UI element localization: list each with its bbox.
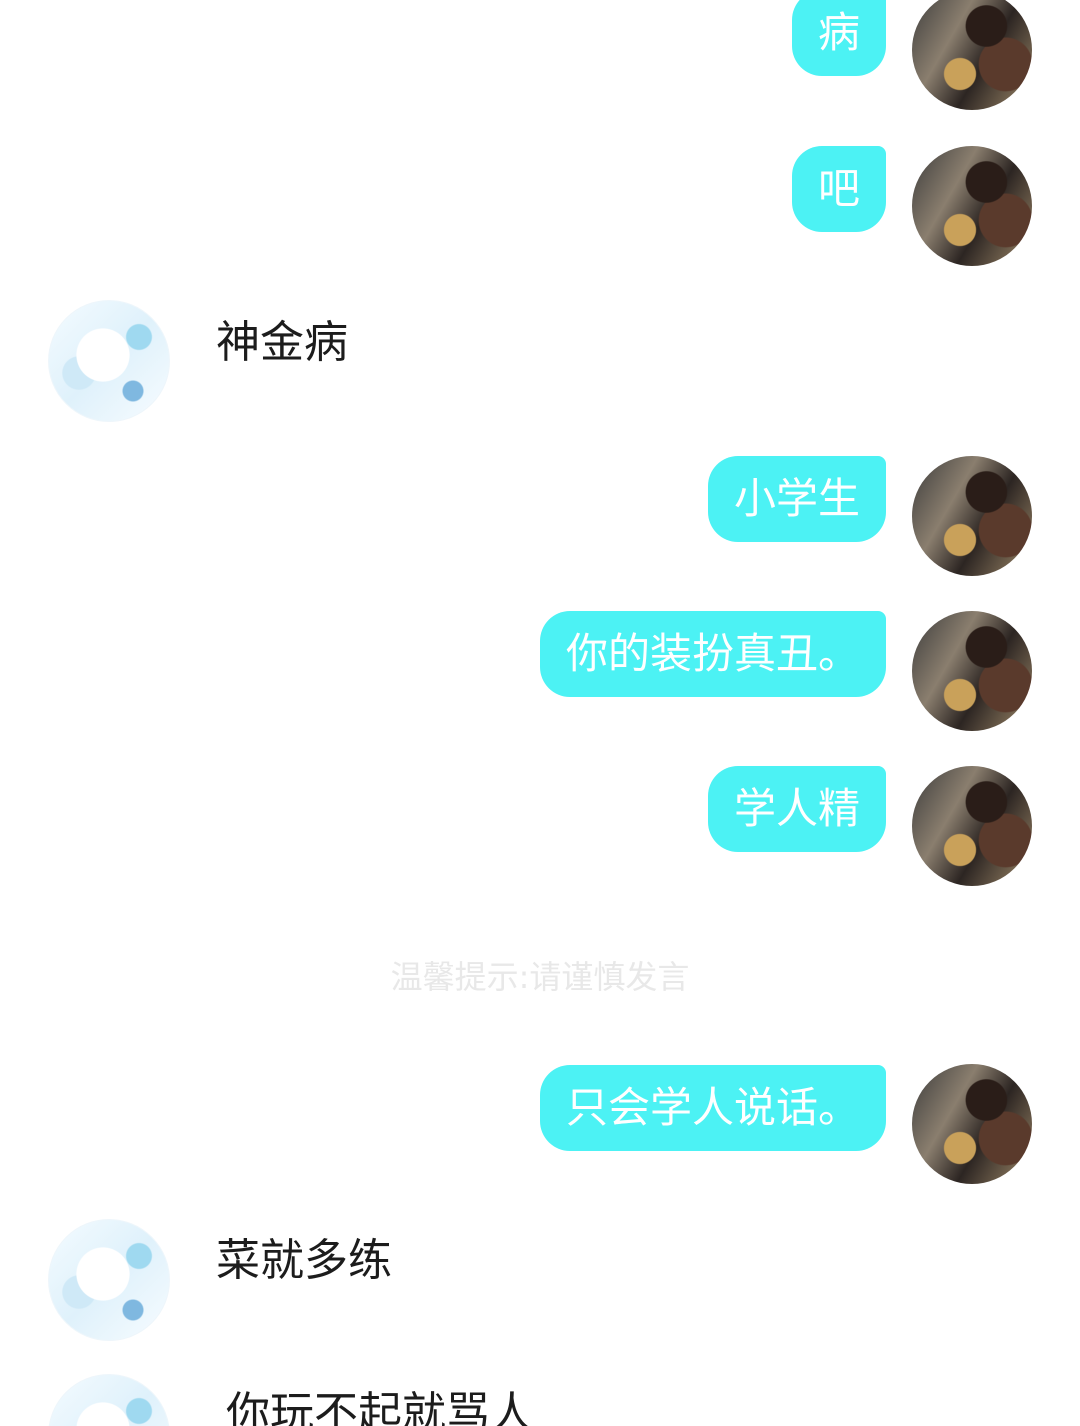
- my-avatar[interactable]: [912, 766, 1032, 886]
- message-text-other[interactable]: 你玩不起就骂人: [226, 1384, 534, 1426]
- message-bubble-me[interactable]: 学人精: [707, 766, 886, 852]
- my-avatar[interactable]: [912, 0, 1032, 110]
- other-avatar[interactable]: [48, 1374, 170, 1426]
- other-avatar[interactable]: [48, 300, 170, 422]
- message-bubble-me[interactable]: 吧: [791, 146, 886, 232]
- message-bubble-me[interactable]: 只会学人说话。: [539, 1065, 886, 1151]
- my-avatar[interactable]: [912, 611, 1032, 731]
- my-avatar[interactable]: [912, 456, 1032, 576]
- other-avatar[interactable]: [48, 1219, 170, 1341]
- system-notice: 温馨提示:请谨慎发言: [390, 958, 690, 996]
- message-text-other[interactable]: 菜就多练: [216, 1231, 392, 1291]
- message-text-other[interactable]: 神金病: [216, 313, 348, 373]
- my-avatar[interactable]: [912, 1064, 1032, 1184]
- my-avatar[interactable]: [912, 146, 1032, 266]
- message-bubble-me[interactable]: 小学生: [707, 456, 886, 542]
- message-bubble-me[interactable]: 你的装扮真丑。: [539, 611, 886, 697]
- message-bubble-me[interactable]: 病: [791, 0, 886, 76]
- chat-window: 病 吧 神金病 小学生 你的装扮真丑。 学人精 温馨提示:请谨慎发言 只会学人说…: [0, 0, 1080, 1426]
